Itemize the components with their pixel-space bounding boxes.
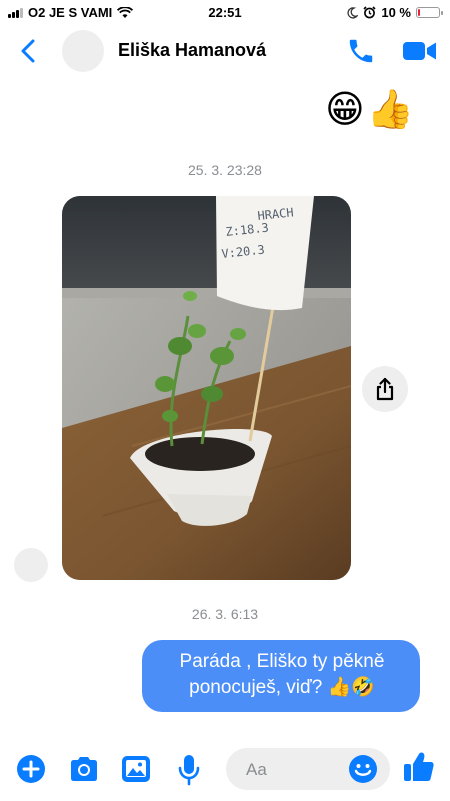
received-photo[interactable]: HRACH Z:18.3 V:20.3 [62, 196, 351, 580]
status-bar: O2 JE S VAMI 22:51 10 % [0, 0, 450, 24]
call-button[interactable] [346, 36, 376, 66]
battery-percent: 10 % [381, 5, 411, 20]
emoji-icon[interactable] [348, 754, 378, 784]
camera-icon [71, 757, 97, 781]
sent-emoji-message[interactable]: 😁👍 [325, 88, 416, 132]
message-input[interactable]: Aa [226, 748, 390, 790]
video-call-button[interactable] [402, 37, 438, 65]
avatar[interactable] [62, 30, 104, 72]
voice-button[interactable] [177, 754, 201, 791]
moon-icon [347, 6, 359, 19]
add-button[interactable] [16, 754, 46, 789]
video-camera-icon [403, 42, 436, 60]
timestamp: 26. 3. 6:13 [191, 606, 259, 622]
back-icon [21, 39, 35, 63]
share-icon [376, 377, 394, 401]
status-right: 10 % [346, 5, 443, 20]
microphone-icon [178, 755, 200, 786]
pea-plant-photo: HRACH Z:18.3 V:20.3 [62, 196, 351, 580]
like-button[interactable] [402, 750, 436, 789]
share-button[interactable] [362, 366, 408, 412]
phone-icon [349, 39, 373, 63]
back-button[interactable] [14, 36, 44, 66]
sent-text-message[interactable]: Paráda , Eliško ty pěkně ponocuješ, viď?… [142, 640, 420, 712]
image-icon [122, 756, 150, 782]
alarm-icon [363, 6, 376, 19]
contact-name[interactable]: Eliška Hamanová [118, 40, 266, 61]
battery-icon [416, 7, 443, 18]
chat-header: Eliška Hamanová [0, 24, 450, 80]
plus-icon [17, 755, 45, 783]
message-input-placeholder: Aa [246, 760, 267, 779]
composer-bar: Aa [0, 738, 450, 801]
sender-avatar[interactable] [14, 548, 48, 582]
thumbs-up-icon [404, 752, 434, 781]
battery-fill [418, 9, 420, 16]
timestamp: 25. 3. 23:28 [188, 162, 262, 178]
gallery-button[interactable] [121, 754, 151, 789]
camera-button[interactable] [68, 754, 100, 789]
